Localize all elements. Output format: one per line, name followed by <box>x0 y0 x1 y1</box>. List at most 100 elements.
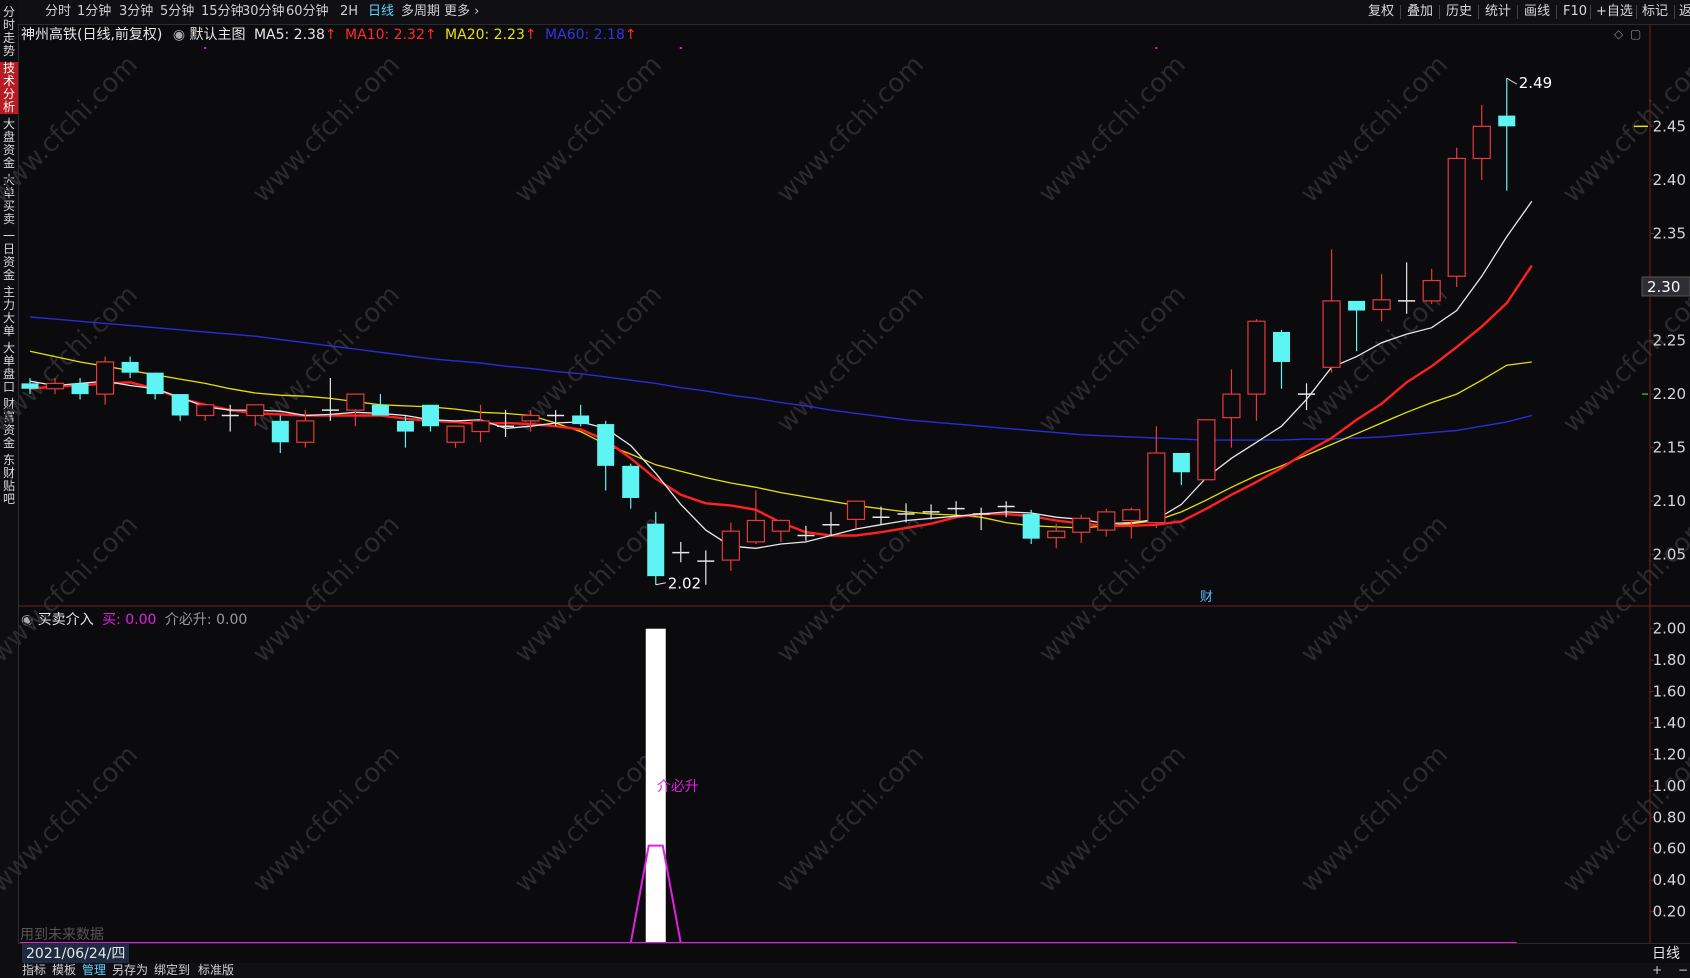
watermark-text: www.cfchi.com <box>1033 740 1192 899</box>
candle-body <box>396 420 414 432</box>
watermark-text: www.cfchi.com <box>509 50 668 209</box>
candle-body <box>771 519 791 532</box>
stock-title[interactable]: 神州高铁(日线,前复权) <box>21 27 162 43</box>
tool-fuquan[interactable]: 复权 <box>1368 0 1394 24</box>
watermark-text: www.cfchi.com <box>0 740 144 899</box>
period-3min[interactable]: 3分钟 <box>119 0 153 24</box>
candle-body <box>721 530 740 561</box>
indicator-dropdown-icon[interactable]: ◉ <box>21 612 33 628</box>
candle-body <box>1348 300 1366 311</box>
zoom-in-icon[interactable]: + <box>1652 963 1662 978</box>
btn-bind-to[interactable]: 绑定到 <box>154 963 190 978</box>
tab-daily-funds[interactable]: 一日资金 <box>0 230 18 282</box>
tool-overlay[interactable]: 叠加 <box>1407 0 1433 24</box>
left-tab-bar: 分时走势 技术分析 大盘资金 大单买卖 一日资金 主力大单 大单盘口 财富资金 … <box>0 0 19 978</box>
tool-draw[interactable]: 画线 <box>1524 0 1550 24</box>
current-price-label: 2.30 <box>1647 278 1680 296</box>
btn-save-as[interactable]: 另存为 <box>112 963 148 978</box>
watermark-text: www.cfchi.com <box>771 50 930 209</box>
tab-fenshi[interactable]: 分时走势 <box>0 6 18 58</box>
btn-indicator[interactable]: 指标 <box>22 963 46 978</box>
current-price-box <box>1641 276 1690 297</box>
tool-stats[interactable]: 统计 <box>1485 0 1511 24</box>
candle-body <box>1498 115 1516 127</box>
y-tick-label: 2.20 <box>1653 385 1686 403</box>
watermark-text: www.cfchi.com <box>1295 280 1454 439</box>
candle-body <box>1097 511 1116 531</box>
indicator-legend: ◉ 买卖介入 买: 0.00 介必升: 0.00 <box>21 609 247 631</box>
tab-big-order-trade[interactable]: 大单买卖 <box>0 174 18 226</box>
period-5min[interactable]: 5分钟 <box>160 0 194 24</box>
signal-dot <box>1155 47 1158 49</box>
ma20-line <box>29 350 1532 529</box>
panel-settings-icon[interactable]: ◇ <box>1614 27 1623 41</box>
watermark-text: www.cfchi.com <box>1033 280 1192 439</box>
period-60min[interactable]: 60分钟 <box>286 0 329 24</box>
candle-body <box>597 424 615 466</box>
period-2h[interactable]: 2H <box>340 0 358 24</box>
y-tick-label: 2.25 <box>1653 332 1686 350</box>
period-more[interactable]: 更多 › <box>444 0 479 24</box>
panel-maximize-icon[interactable]: ▢ <box>1630 27 1641 41</box>
tab-main-big-orders[interactable]: 主力大单 <box>0 286 18 338</box>
btn-template[interactable]: 模板 <box>52 963 76 978</box>
candle-body <box>371 404 389 416</box>
app-window: 分时走势 技术分析 大盘资金 大单买卖 一日资金 主力大单 大单盘口 财富资金 … <box>0 0 1690 978</box>
btn-manage[interactable]: 管理 <box>82 963 106 978</box>
panel-name[interactable]: 默认主图 <box>190 27 246 43</box>
period-1min[interactable]: 1分钟 <box>77 0 111 24</box>
period-daily[interactable]: 日线 <box>368 0 394 24</box>
ma60-value: MA60: 2.18 <box>545 27 625 43</box>
period-multi[interactable]: 多周期 <box>401 0 440 24</box>
tool-mark[interactable]: 标记 <box>1642 0 1668 24</box>
tab-wealth-funds[interactable]: 财富资金 <box>0 398 18 450</box>
y-tick-label: 2.40 <box>1653 171 1686 189</box>
tab-technical-analysis[interactable]: 技术分析 <box>0 62 18 114</box>
period-15min[interactable]: 15分钟 <box>201 0 244 24</box>
watermark-text: www.cfchi.com <box>247 510 406 669</box>
watermark-text: www.cfchi.com <box>1295 50 1454 209</box>
indicator-layer: 介必升用到未来数据 <box>20 628 1517 944</box>
ma60-arrow: ↑ <box>624 27 637 43</box>
candle-body <box>296 420 315 443</box>
date-bar: 2021/06/24/四 日线 <box>18 943 1690 964</box>
watermark-text: www.cfchi.com <box>1295 510 1454 669</box>
finance-marker: 财 <box>1200 590 1213 605</box>
tab-forum[interactable]: 东财贴吧 <box>0 454 18 506</box>
watermark-text: www.cfchi.com <box>509 510 668 669</box>
period-fenshi[interactable]: 分时 <box>45 0 71 24</box>
watermark-text: www.cfchi.com <box>1033 50 1192 209</box>
dropdown-icon[interactable]: ◉ <box>173 27 185 43</box>
candle-body <box>1147 452 1166 524</box>
y-tick-label: 0.40 <box>1653 871 1686 889</box>
y-tick-label: 0.80 <box>1653 808 1686 826</box>
watermark-text: www.cfchi.com <box>1295 740 1454 899</box>
high-label: 2.49 <box>1519 74 1552 92</box>
tool-add-watch[interactable]: +自选 <box>1596 0 1633 24</box>
y-tick-label: 2.35 <box>1653 224 1686 242</box>
btn-standard[interactable]: 标准版 <box>198 963 234 978</box>
ma10-arrow: ↑ <box>424 27 437 43</box>
watermark-text: www.cfchi.com <box>0 510 144 669</box>
watermark-text: www.cfchi.com <box>771 510 930 669</box>
candle-body <box>746 519 765 543</box>
period-indicator[interactable]: 日线 <box>1652 944 1680 964</box>
indicator-jbs-value: 介必升: 0.00 <box>164 612 248 628</box>
tool-back[interactable]: 返回 <box>1679 0 1690 24</box>
tool-history[interactable]: 历史 <box>1446 0 1472 24</box>
watermark-text: www.cfchi.com <box>771 740 930 899</box>
tab-market-funds[interactable]: 大盘资金 <box>0 118 18 170</box>
indicator-name[interactable]: 买卖介入 <box>38 612 94 628</box>
watermark-text: www.cfchi.com <box>509 740 668 899</box>
period-30min[interactable]: 30分钟 <box>242 0 285 24</box>
chevron-right-icon: › <box>474 4 480 19</box>
candle-body <box>1273 331 1290 362</box>
candle-body <box>421 404 439 427</box>
candle-body <box>171 394 189 416</box>
candle-body <box>572 415 590 425</box>
tab-big-order-book[interactable]: 大单盘口 <box>0 342 18 394</box>
kline-chart[interactable]: www.cfchi.com www.cfchi.com www.cfchi.com w… <box>0 0 1690 978</box>
zoom-out-icon[interactable]: − <box>1678 963 1688 978</box>
tool-f10[interactable]: F10 <box>1563 0 1587 24</box>
watermark-text: www.cfchi.com <box>1557 740 1690 899</box>
